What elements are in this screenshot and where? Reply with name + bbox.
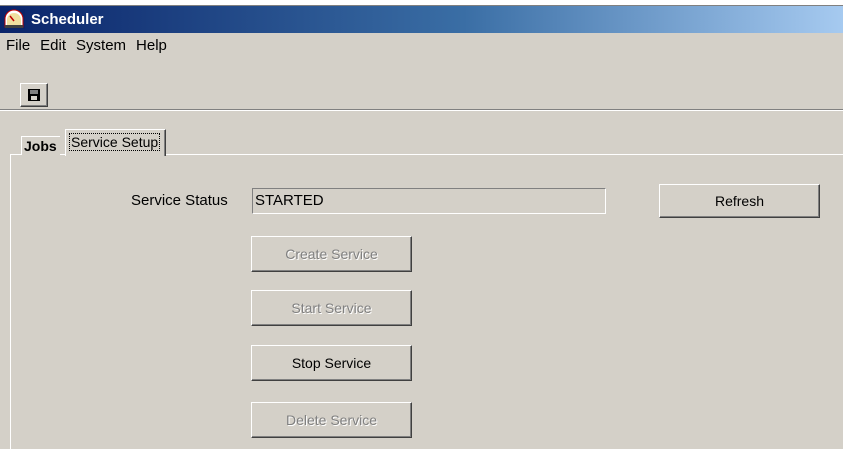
refresh-button[interactable]: Refresh bbox=[659, 184, 820, 218]
save-button[interactable] bbox=[20, 83, 48, 107]
menu-bar: File Edit System Help bbox=[0, 33, 843, 59]
service-status-label: Service Status bbox=[131, 192, 228, 209]
menu-file[interactable]: File bbox=[2, 36, 34, 56]
menu-edit[interactable]: Edit bbox=[36, 36, 70, 56]
service-status-field[interactable]: STARTED bbox=[252, 188, 606, 214]
scheduler-clock-icon bbox=[3, 9, 25, 29]
menu-help[interactable]: Help bbox=[132, 36, 171, 56]
tab-jobs[interactable]: Jobs bbox=[21, 136, 60, 155]
menu-system[interactable]: System bbox=[72, 36, 130, 56]
tab-control: Jobs Service Setup bbox=[10, 120, 843, 455]
delete-service-button[interactable]: Delete Service bbox=[251, 402, 412, 438]
tab-service-setup-label: Service Setup bbox=[69, 133, 161, 151]
create-service-button[interactable]: Create Service bbox=[251, 236, 412, 272]
window-title: Scheduler bbox=[31, 11, 104, 28]
start-service-button[interactable]: Start Service bbox=[251, 290, 412, 326]
toolbar bbox=[0, 59, 843, 110]
tab-service-setup[interactable]: Service Setup bbox=[65, 129, 167, 156]
scheduler-window: Scheduler File Edit System Help Jobs Ser… bbox=[0, 5, 843, 455]
stop-service-button[interactable]: Stop Service bbox=[251, 345, 412, 381]
floppy-disk-icon bbox=[28, 89, 40, 101]
title-bar[interactable]: Scheduler bbox=[0, 6, 843, 33]
